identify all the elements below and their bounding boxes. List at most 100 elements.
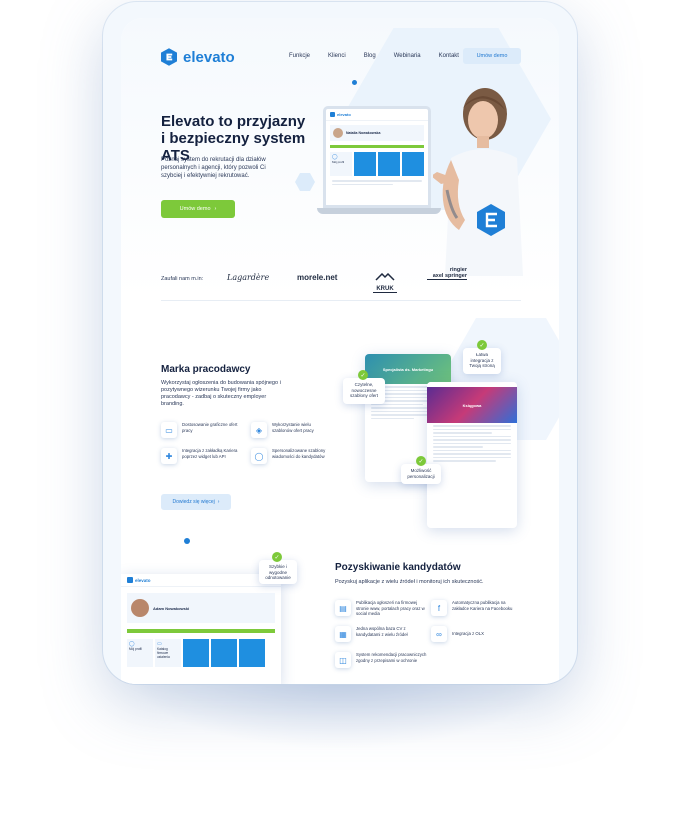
decor-dot bbox=[184, 538, 190, 544]
elevato-logo-icon bbox=[161, 48, 177, 66]
status-bar bbox=[127, 629, 275, 633]
trusted-by: Zaufali nam m.in: bbox=[161, 276, 203, 282]
section-divider bbox=[161, 300, 521, 301]
check-icon: ✓ bbox=[358, 370, 368, 380]
callout-readable: Czytelne, nowoczesne szablony ofert bbox=[343, 378, 385, 404]
brand-kruk-label: KRUK bbox=[373, 286, 397, 293]
callout-text: Szybkie i wygodne odnotowanie bbox=[265, 564, 291, 580]
tile-label: Katalog firmowe ustalenia bbox=[157, 647, 170, 659]
placeholder-line bbox=[433, 428, 511, 430]
paint-roller-icon: ▭ bbox=[161, 422, 177, 438]
nav-item-webinaria[interactable]: Webinaria bbox=[394, 53, 421, 59]
placeholder-line bbox=[433, 449, 511, 451]
brand-kruk: KRUK bbox=[373, 268, 397, 293]
app-logo-text: elevato bbox=[337, 112, 351, 117]
profile-card: ◯ Mój profil bbox=[330, 152, 352, 176]
candidate-feature: ∞ Integracja z OLX bbox=[431, 626, 516, 642]
placeholder-line bbox=[433, 446, 483, 448]
learn-more-button[interactable]: Dowiedz się więcej › bbox=[161, 494, 231, 510]
job-offer-template: Księgowa bbox=[427, 382, 517, 528]
logo-text: elevato bbox=[183, 48, 235, 66]
check-icon: ✓ bbox=[272, 552, 282, 562]
smiling-woman-image bbox=[433, 88, 523, 276]
nav-item-funkcje[interactable]: Funkcje bbox=[289, 53, 310, 59]
laptop-base bbox=[317, 208, 441, 214]
app-logo-icon bbox=[330, 112, 335, 117]
chevron-right-icon: › bbox=[217, 499, 220, 505]
doc-header: Księgowa bbox=[427, 387, 517, 423]
employer-feature: ▭ Dostosowanie graficzne ofert pracy bbox=[161, 422, 240, 438]
avatar bbox=[131, 599, 149, 617]
placeholder-line bbox=[433, 432, 492, 434]
layers-icon: ◈ bbox=[251, 422, 267, 438]
blue-card[interactable] bbox=[183, 639, 209, 667]
tablet-frame: elevato Funkcje Klienci Blog Webinaria K… bbox=[103, 2, 577, 684]
candidate-feature: f Automatyczna publikacja na zakładce Ka… bbox=[431, 600, 516, 616]
avatar bbox=[333, 128, 343, 138]
hero-demo-label: Umów demo bbox=[179, 206, 211, 212]
placeholder-line bbox=[433, 435, 511, 437]
laptop-mockup: elevato Natalia Nowakowska ◯ Mój profil bbox=[317, 106, 441, 214]
candidates-title: Pozyskiwanie kandydatów bbox=[335, 562, 461, 573]
status-bar bbox=[330, 145, 424, 148]
placeholder-line bbox=[433, 456, 511, 458]
header-demo-button[interactable]: Umów demo bbox=[463, 48, 521, 64]
feature-text: Integracja z zakładką Kariera poprzez wi… bbox=[182, 448, 238, 459]
chevron-right-icon: › bbox=[214, 206, 217, 212]
blue-card[interactable] bbox=[211, 639, 237, 667]
nav-item-blog[interactable]: Blog bbox=[364, 53, 376, 59]
profile-card-label: Mój profil bbox=[332, 160, 345, 164]
user-icon: ◯ bbox=[251, 448, 267, 464]
employer-feature: ◈ Wykorzystanie wielu szablonów ofert pr… bbox=[251, 422, 330, 438]
callout-quick-note: Szybkie i wygodne odnotowanie bbox=[259, 560, 297, 584]
feature-text: Wykorzystanie wielu szablonów ofert prac… bbox=[272, 422, 314, 433]
placeholder-line bbox=[433, 453, 511, 455]
candidate-feature: ▤ Publikacja ogłoszeń na firmowej stroni… bbox=[335, 600, 428, 617]
catalog-card[interactable]: ▭ Katalog firmowe ustalenia bbox=[155, 639, 181, 667]
employer-title: Marka pracodawcy bbox=[161, 364, 251, 375]
employer-feature: ✚ Integracja z zakładką Kariera poprzez … bbox=[161, 448, 240, 464]
doc-title: Specjalista ds. Marketingu bbox=[382, 366, 434, 372]
candidate-feature: ▦ Jedna wspólna baza CV z kandydatami z … bbox=[335, 626, 428, 642]
placeholder-line bbox=[371, 417, 414, 419]
nav-item-kontakt[interactable]: Kontakt bbox=[439, 53, 459, 59]
brand-lagardere: Lagardère bbox=[227, 273, 270, 282]
decor-dot bbox=[352, 80, 357, 85]
grid-icon: ▦ bbox=[335, 626, 351, 642]
feature-text: Jedna wspólna baza CV z kandydatami z wi… bbox=[356, 626, 408, 637]
placeholder-line bbox=[332, 180, 422, 182]
website-screen[interactable]: elevato Funkcje Klienci Blog Webinaria K… bbox=[121, 18, 559, 684]
blue-card bbox=[354, 152, 376, 176]
brand-ringier-axel: ringier axel springer bbox=[427, 267, 467, 280]
candidate-name: Natalia Nowakowska bbox=[346, 131, 381, 135]
app-logo-icon bbox=[127, 577, 133, 583]
main-nav: Funkcje Klienci Blog Webinaria Kontakt bbox=[289, 53, 477, 59]
chat-icon: ◫ bbox=[335, 652, 351, 668]
blue-card bbox=[378, 152, 400, 176]
feature-text: Spersonalizowane szablony wiadomości do … bbox=[272, 448, 326, 459]
hero-demo-button[interactable]: Umów demo › bbox=[161, 200, 235, 218]
placeholder-line bbox=[433, 442, 511, 444]
check-icon: ✓ bbox=[477, 340, 487, 350]
callout-text: Czytelne, nowoczesne szablony ofert bbox=[349, 382, 378, 398]
placeholder-line bbox=[433, 439, 511, 441]
feature-text: Automatyczna publikacja na zakładce Kari… bbox=[452, 600, 513, 611]
employer-subtitle: Wykorzystaj ogłoszenia do budowania spój… bbox=[161, 380, 281, 407]
blue-card[interactable] bbox=[239, 639, 265, 667]
nav-item-klienci[interactable]: Klienci bbox=[328, 53, 346, 59]
facebook-icon: f bbox=[431, 600, 447, 616]
check-icon: ✓ bbox=[416, 456, 426, 466]
profile-card[interactable]: ◯ Mój profil bbox=[127, 639, 153, 667]
feature-text: System rekomendacji pracowniczych zgodny… bbox=[356, 652, 427, 663]
placeholder-line bbox=[433, 425, 511, 427]
brand-morele: morele.net bbox=[297, 273, 338, 282]
hero-title-line1: Elevato to przyjazny bbox=[161, 113, 306, 130]
candidate-app-mockup: elevato Adam Nowakowski ◯ Mój profil ▭ K… bbox=[121, 574, 281, 684]
callout-text: Łatwa integracja z Twoją stroną bbox=[469, 352, 495, 368]
laptop-screen: elevato Natalia Nowakowska ◯ Mój profil bbox=[323, 106, 431, 208]
doc-icon: ▤ bbox=[335, 600, 351, 616]
olx-icon: ∞ bbox=[431, 626, 447, 642]
puzzle-icon: ✚ bbox=[161, 448, 177, 464]
blue-card bbox=[402, 152, 424, 176]
logo[interactable]: elevato bbox=[161, 48, 235, 66]
